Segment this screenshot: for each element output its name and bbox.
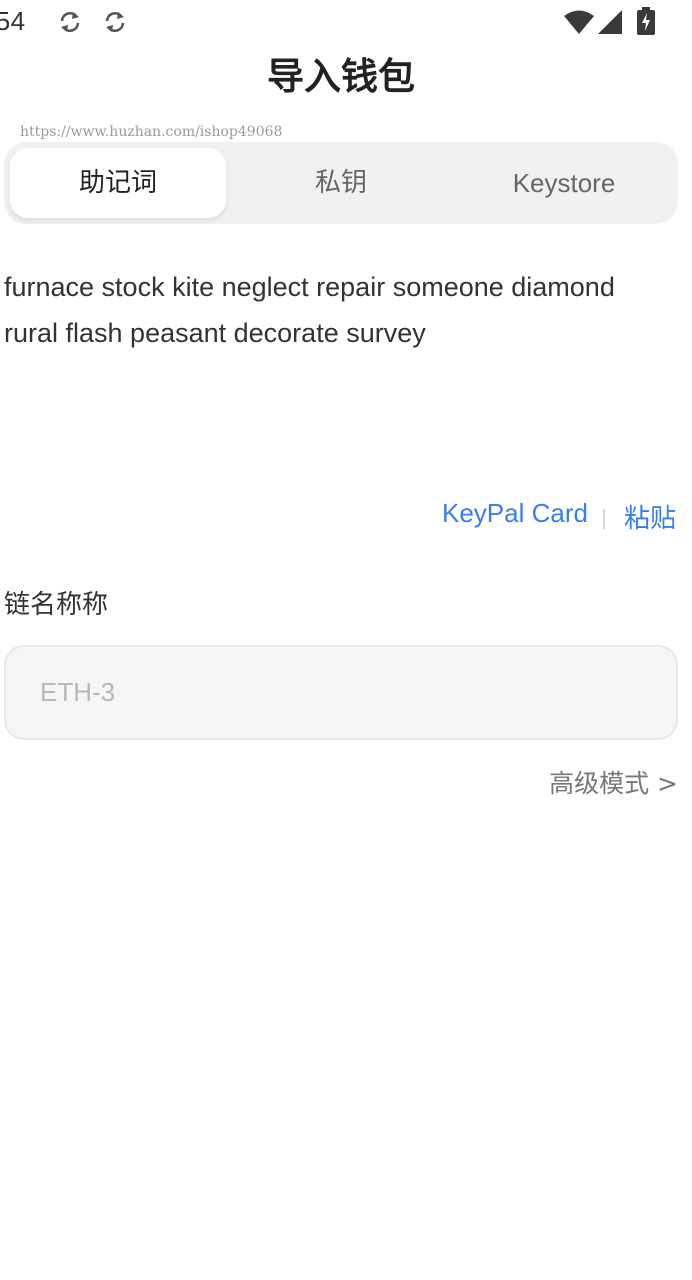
keypal-card-button[interactable]: KeyPal Card <box>442 498 588 529</box>
sync-icon <box>60 12 80 32</box>
sync-icon <box>105 12 125 32</box>
tab-keystore[interactable]: Keystore <box>456 148 672 218</box>
page-title: 导入钱包 <box>267 55 415 98</box>
signal-icon <box>598 10 622 34</box>
mnemonic-input[interactable]: furnace stock kite neglect repair someon… <box>4 264 674 356</box>
advanced-mode-button[interactable]: 高级模式 > <box>549 764 678 800</box>
battery-charging-icon <box>637 7 655 35</box>
chain-name-input[interactable] <box>4 645 678 740</box>
status-bar: :54 <box>0 0 692 44</box>
import-type-tabs: 助记词 私钥 Keystore <box>4 142 678 224</box>
paste-button[interactable]: 粘贴 <box>624 498 676 535</box>
watermark-url: https://www.huzhan.com/ishop49068 <box>20 124 283 140</box>
tab-mnemonic[interactable]: 助记词 <box>10 148 226 218</box>
chain-name-label: 链名称称 <box>4 590 109 620</box>
tab-private-key[interactable]: 私钥 <box>234 148 448 218</box>
wifi-icon <box>564 10 594 34</box>
status-time: :54 <box>0 6 26 36</box>
divider <box>603 509 605 529</box>
